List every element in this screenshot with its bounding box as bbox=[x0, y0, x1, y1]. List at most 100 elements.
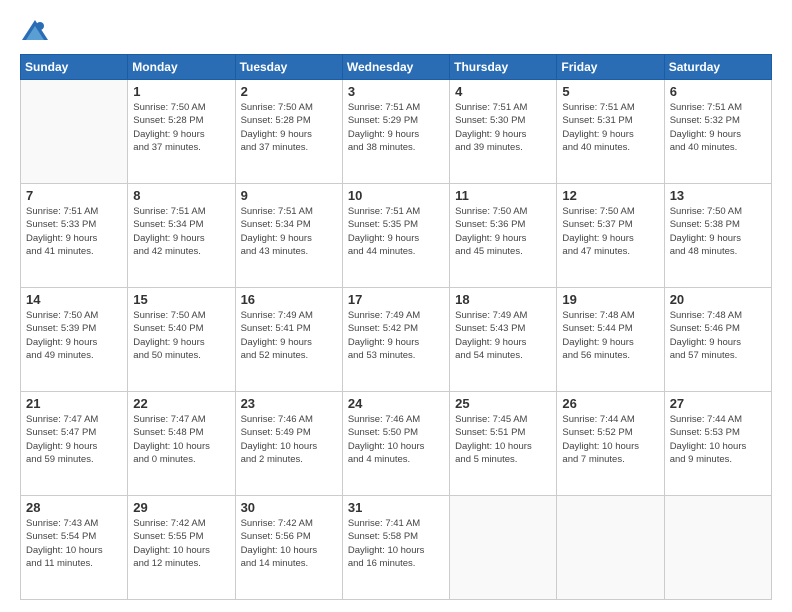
calendar-cell: 22Sunrise: 7:47 AM Sunset: 5:48 PM Dayli… bbox=[128, 392, 235, 496]
day-number: 9 bbox=[241, 188, 337, 203]
day-number: 4 bbox=[455, 84, 551, 99]
day-info: Sunrise: 7:51 AM Sunset: 5:31 PM Dayligh… bbox=[562, 101, 658, 154]
day-number: 23 bbox=[241, 396, 337, 411]
day-number: 19 bbox=[562, 292, 658, 307]
calendar-cell: 24Sunrise: 7:46 AM Sunset: 5:50 PM Dayli… bbox=[342, 392, 449, 496]
weekday-row: SundayMondayTuesdayWednesdayThursdayFrid… bbox=[21, 55, 772, 80]
calendar-header: SundayMondayTuesdayWednesdayThursdayFrid… bbox=[21, 55, 772, 80]
day-number: 17 bbox=[348, 292, 444, 307]
calendar-cell: 3 Sunrise: 7:51 AM Sunset: 5:29 PM Daylig… bbox=[342, 80, 449, 184]
day-number: 1 bbox=[133, 84, 229, 99]
day-info: Sunrise: 7:45 AM Sunset: 5:51 PM Dayligh… bbox=[455, 413, 551, 466]
day-number: 10 bbox=[348, 188, 444, 203]
day-info: Sunrise: 7:51 AM Sunset: 5:30 PM Dayligh… bbox=[455, 101, 551, 154]
day-info: Sunrise: 7:50 AM Sunset: 5:37 PM Dayligh… bbox=[562, 205, 658, 258]
day-info: Sunrise: 7:42 AM Sunset: 5:56 PM Dayligh… bbox=[241, 517, 337, 570]
day-info: Sunrise: 7:51 AM Sunset: 5:35 PM Dayligh… bbox=[348, 205, 444, 258]
week-row-4: 21Sunrise: 7:47 AM Sunset: 5:47 PM Dayli… bbox=[21, 392, 772, 496]
day-number: 8 bbox=[133, 188, 229, 203]
weekday-header-wednesday: Wednesday bbox=[342, 55, 449, 80]
day-info: Sunrise: 7:44 AM Sunset: 5:53 PM Dayligh… bbox=[670, 413, 766, 466]
calendar-cell: 30 Sunrise: 7:42 AM Sunset: 5:56 PM Dayli… bbox=[235, 496, 342, 600]
calendar-cell: 13Sunrise: 7:50 AM Sunset: 5:38 PM Dayli… bbox=[664, 184, 771, 288]
day-info: Sunrise: 7:44 AM Sunset: 5:52 PM Dayligh… bbox=[562, 413, 658, 466]
weekday-header-saturday: Saturday bbox=[664, 55, 771, 80]
calendar-cell: 15Sunrise: 7:50 AM Sunset: 5:40 PM Dayli… bbox=[128, 288, 235, 392]
day-info: Sunrise: 7:49 AM Sunset: 5:43 PM Dayligh… bbox=[455, 309, 551, 362]
day-info: Sunrise: 7:51 AM Sunset: 5:33 PM Dayligh… bbox=[26, 205, 122, 258]
day-info: Sunrise: 7:51 AM Sunset: 5:34 PM Dayligh… bbox=[241, 205, 337, 258]
calendar-cell: 12 Sunrise: 7:50 AM Sunset: 5:37 PM Dayli… bbox=[557, 184, 664, 288]
week-row-3: 14 Sunrise: 7:50 AM Sunset: 5:39 PM Dayli… bbox=[21, 288, 772, 392]
day-info: Sunrise: 7:46 AM Sunset: 5:50 PM Dayligh… bbox=[348, 413, 444, 466]
day-number: 18 bbox=[455, 292, 551, 307]
calendar-cell: 23 Sunrise: 7:46 AM Sunset: 5:49 PM Dayli… bbox=[235, 392, 342, 496]
calendar-cell: 17 Sunrise: 7:49 AM Sunset: 5:42 PM Dayli… bbox=[342, 288, 449, 392]
calendar-cell: 5 Sunrise: 7:51 AM Sunset: 5:31 PM Daylig… bbox=[557, 80, 664, 184]
day-info: Sunrise: 7:51 AM Sunset: 5:29 PM Dayligh… bbox=[348, 101, 444, 154]
day-info: Sunrise: 7:43 AM Sunset: 5:54 PM Dayligh… bbox=[26, 517, 122, 570]
day-info: Sunrise: 7:49 AM Sunset: 5:41 PM Dayligh… bbox=[241, 309, 337, 362]
weekday-header-sunday: Sunday bbox=[21, 55, 128, 80]
day-info: Sunrise: 7:48 AM Sunset: 5:46 PM Dayligh… bbox=[670, 309, 766, 362]
day-number: 16 bbox=[241, 292, 337, 307]
calendar-cell: 28 Sunrise: 7:43 AM Sunset: 5:54 PM Dayli… bbox=[21, 496, 128, 600]
day-number: 14 bbox=[26, 292, 122, 307]
weekday-header-monday: Monday bbox=[128, 55, 235, 80]
day-number: 3 bbox=[348, 84, 444, 99]
week-row-1: 1 Sunrise: 7:50 AM Sunset: 5:28 PM Daylig… bbox=[21, 80, 772, 184]
calendar-cell: 1Sunrise: 7:50 AM Sunset: 5:28 PM Daylig… bbox=[128, 80, 235, 184]
weekday-header-thursday: Thursday bbox=[450, 55, 557, 80]
calendar-cell: 14 Sunrise: 7:50 AM Sunset: 5:39 PM Dayli… bbox=[21, 288, 128, 392]
calendar-cell: 2 Sunrise: 7:50 AM Sunset: 5:28 PM Daylig… bbox=[235, 80, 342, 184]
day-number: 5 bbox=[562, 84, 658, 99]
day-number: 2 bbox=[241, 84, 337, 99]
day-info: Sunrise: 7:47 AM Sunset: 5:47 PM Dayligh… bbox=[26, 413, 122, 466]
day-info: Sunrise: 7:49 AM Sunset: 5:42 PM Dayligh… bbox=[348, 309, 444, 362]
header bbox=[20, 16, 772, 46]
calendar-cell: 16 Sunrise: 7:49 AM Sunset: 5:41 PM Dayli… bbox=[235, 288, 342, 392]
week-row-5: 28 Sunrise: 7:43 AM Sunset: 5:54 PM Dayli… bbox=[21, 496, 772, 600]
day-info: Sunrise: 7:50 AM Sunset: 5:39 PM Dayligh… bbox=[26, 309, 122, 362]
day-number: 20 bbox=[670, 292, 766, 307]
calendar-cell: 27 Sunrise: 7:44 AM Sunset: 5:53 PM Dayli… bbox=[664, 392, 771, 496]
calendar-cell: 9 Sunrise: 7:51 AM Sunset: 5:34 PM Daylig… bbox=[235, 184, 342, 288]
logo bbox=[20, 16, 56, 46]
calendar-cell: 4 Sunrise: 7:51 AM Sunset: 5:30 PM Daylig… bbox=[450, 80, 557, 184]
day-info: Sunrise: 7:51 AM Sunset: 5:34 PM Dayligh… bbox=[133, 205, 229, 258]
calendar: SundayMondayTuesdayWednesdayThursdayFrid… bbox=[20, 54, 772, 600]
day-number: 27 bbox=[670, 396, 766, 411]
page: SundayMondayTuesdayWednesdayThursdayFrid… bbox=[0, 0, 792, 612]
day-number: 11 bbox=[455, 188, 551, 203]
calendar-body: 1 Sunrise: 7:50 AM Sunset: 5:28 PM Daylig… bbox=[21, 80, 772, 600]
day-info: Sunrise: 7:51 AM Sunset: 5:32 PM Dayligh… bbox=[670, 101, 766, 154]
calendar-cell: 21Sunrise: 7:47 AM Sunset: 5:47 PM Dayli… bbox=[21, 392, 128, 496]
calendar-cell: 25Sunrise: 7:45 AM Sunset: 5:51 PM Dayli… bbox=[450, 392, 557, 496]
day-number: 28 bbox=[26, 500, 122, 515]
calendar-cell: 31 Sunrise: 7:41 AM Sunset: 5:58 PM Dayli… bbox=[342, 496, 449, 600]
day-info: Sunrise: 7:47 AM Sunset: 5:48 PM Dayligh… bbox=[133, 413, 229, 466]
calendar-cell bbox=[450, 496, 557, 600]
day-info: Sunrise: 7:50 AM Sunset: 5:36 PM Dayligh… bbox=[455, 205, 551, 258]
calendar-cell: 18 Sunrise: 7:49 AM Sunset: 5:43 PM Dayli… bbox=[450, 288, 557, 392]
calendar-cell: 20 Sunrise: 7:48 AM Sunset: 5:46 PM Dayli… bbox=[664, 288, 771, 392]
calendar-cell bbox=[21, 80, 128, 184]
day-info: Sunrise: 7:46 AM Sunset: 5:49 PM Dayligh… bbox=[241, 413, 337, 466]
calendar-cell: 6 Sunrise: 7:51 AM Sunset: 5:32 PM Daylig… bbox=[664, 80, 771, 184]
calendar-cell bbox=[557, 496, 664, 600]
calendar-cell: 11 Sunrise: 7:50 AM Sunset: 5:36 PM Dayli… bbox=[450, 184, 557, 288]
day-info: Sunrise: 7:48 AM Sunset: 5:44 PM Dayligh… bbox=[562, 309, 658, 362]
calendar-cell: 29Sunrise: 7:42 AM Sunset: 5:55 PM Dayli… bbox=[128, 496, 235, 600]
day-number: 12 bbox=[562, 188, 658, 203]
week-row-2: 7Sunrise: 7:51 AM Sunset: 5:33 PM Daylig… bbox=[21, 184, 772, 288]
calendar-cell bbox=[664, 496, 771, 600]
day-number: 26 bbox=[562, 396, 658, 411]
day-number: 30 bbox=[241, 500, 337, 515]
day-number: 6 bbox=[670, 84, 766, 99]
day-info: Sunrise: 7:50 AM Sunset: 5:38 PM Dayligh… bbox=[670, 205, 766, 258]
day-number: 31 bbox=[348, 500, 444, 515]
calendar-cell: 8 Sunrise: 7:51 AM Sunset: 5:34 PM Daylig… bbox=[128, 184, 235, 288]
day-info: Sunrise: 7:50 AM Sunset: 5:40 PM Dayligh… bbox=[133, 309, 229, 362]
day-info: Sunrise: 7:41 AM Sunset: 5:58 PM Dayligh… bbox=[348, 517, 444, 570]
day-info: Sunrise: 7:50 AM Sunset: 5:28 PM Dayligh… bbox=[241, 101, 337, 154]
